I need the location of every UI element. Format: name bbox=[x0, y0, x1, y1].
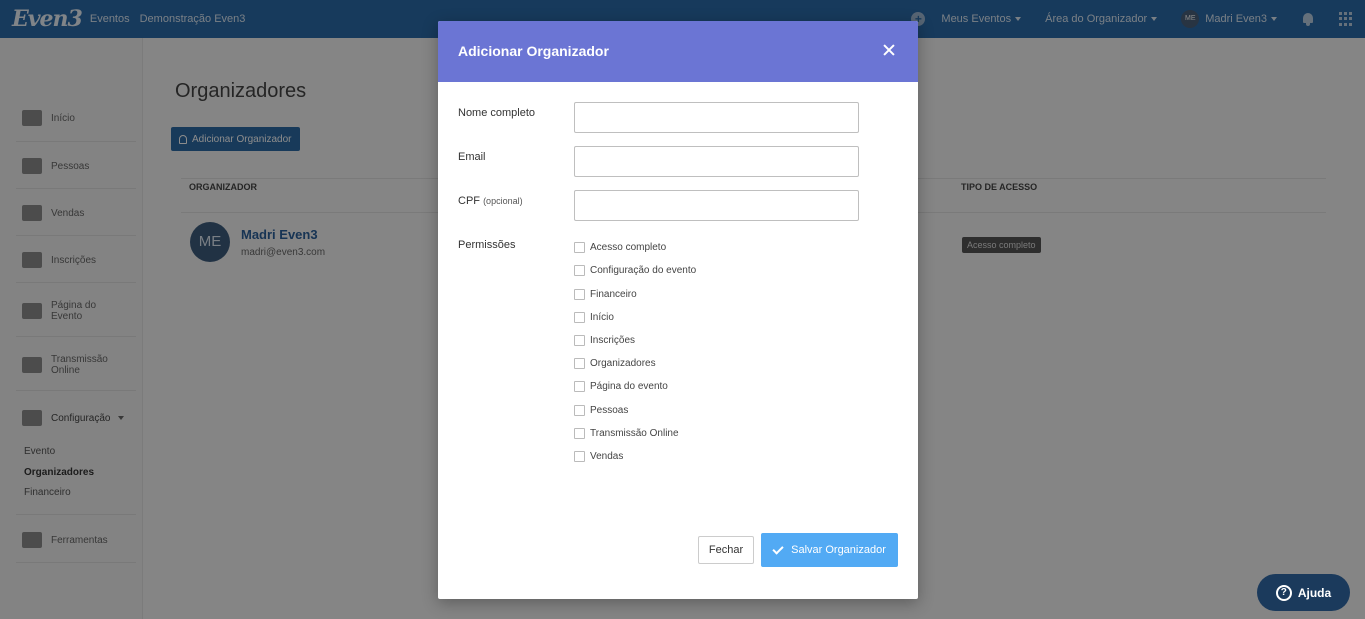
help-button[interactable]: ? Ajuda bbox=[1257, 574, 1350, 611]
permission-pagina-evento[interactable]: Página do evento bbox=[574, 381, 668, 392]
full-name-input[interactable] bbox=[574, 102, 859, 133]
permission-label: Página do evento bbox=[590, 381, 668, 392]
permission-label: Organizadores bbox=[590, 358, 656, 369]
modal-title: Adicionar Organizador bbox=[458, 43, 609, 59]
check-icon bbox=[772, 542, 784, 555]
permission-label: Vendas bbox=[590, 451, 624, 462]
permission-label: Inscrições bbox=[590, 335, 636, 346]
checkbox[interactable] bbox=[574, 312, 585, 323]
add-organizer-modal: Adicionar Organizador Nome completo Emai… bbox=[438, 21, 918, 599]
permission-transmissao-online[interactable]: Transmissão Online bbox=[574, 428, 679, 439]
checkbox[interactable] bbox=[574, 428, 585, 439]
email-label: Email bbox=[458, 151, 486, 163]
permission-inicio[interactable]: Início bbox=[574, 312, 614, 323]
checkbox[interactable] bbox=[574, 358, 585, 369]
name-label: Nome completo bbox=[458, 107, 536, 119]
checkbox[interactable] bbox=[574, 405, 585, 416]
permission-label: Financeiro bbox=[590, 289, 637, 300]
permission-financeiro[interactable]: Financeiro bbox=[574, 289, 637, 300]
permission-label: Pessoas bbox=[590, 405, 629, 416]
email-field[interactable] bbox=[574, 146, 859, 177]
cpf-optional-hint: (opcional) bbox=[483, 196, 523, 206]
checkbox[interactable] bbox=[574, 381, 585, 392]
checkbox[interactable] bbox=[574, 451, 585, 462]
permission-label: Início bbox=[590, 312, 614, 323]
permission-vendas[interactable]: Vendas bbox=[574, 451, 623, 462]
permission-label: Configuração do evento bbox=[590, 265, 697, 276]
permission-configuracao-evento[interactable]: Configuração do evento bbox=[574, 265, 696, 276]
close-button[interactable]: Fechar bbox=[698, 536, 754, 564]
checkbox[interactable] bbox=[574, 335, 585, 346]
save-organizer-button[interactable]: Salvar Organizador bbox=[761, 533, 898, 567]
permission-label: Acesso completo bbox=[590, 242, 667, 253]
permission-acesso-completo[interactable]: Acesso completo bbox=[574, 242, 666, 253]
permission-organizadores[interactable]: Organizadores bbox=[574, 358, 656, 369]
permission-pessoas[interactable]: Pessoas bbox=[574, 405, 628, 416]
checkbox[interactable] bbox=[574, 289, 585, 300]
modal-header: Adicionar Organizador bbox=[438, 21, 918, 82]
permissions-label: Permissões bbox=[458, 239, 516, 251]
checkbox[interactable] bbox=[574, 242, 585, 253]
save-organizer-label: Salvar Organizador bbox=[791, 544, 886, 556]
cpf-input[interactable] bbox=[574, 190, 859, 221]
permission-label: Transmissão Online bbox=[590, 428, 679, 439]
close-icon[interactable] bbox=[882, 43, 896, 57]
question-icon: ? bbox=[1275, 584, 1292, 601]
checkbox[interactable] bbox=[574, 265, 585, 276]
cpf-label-text: CPF bbox=[458, 195, 480, 207]
cpf-label: CPF (opcional) bbox=[458, 195, 523, 207]
help-label: Ajuda bbox=[1297, 585, 1332, 600]
permission-inscricoes[interactable]: Inscrições bbox=[574, 335, 635, 346]
